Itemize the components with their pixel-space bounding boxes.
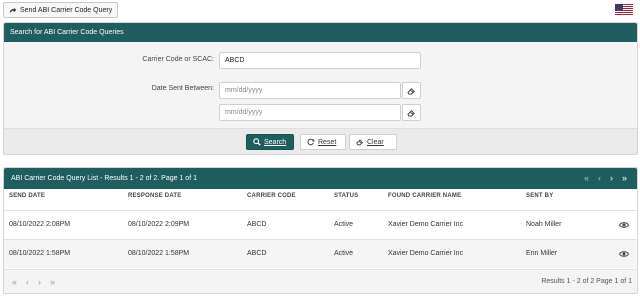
us-flag-icon[interactable]	[615, 4, 633, 16]
column-header-send-date[interactable]: SEND DATE	[9, 193, 45, 199]
column-header-sent-by[interactable]: SENT BY	[526, 193, 553, 199]
eye-icon[interactable]	[619, 250, 629, 258]
pager-bottom: « ‹ › »	[12, 276, 55, 288]
first-page-icon[interactable]: «	[584, 172, 589, 184]
results-summary: Results 1 - 2 of 2 Page 1 of 1	[541, 278, 632, 285]
results-footer: « ‹ › » Results 1 - 2 of 2 Page 1 of 1	[4, 269, 637, 293]
first-page-icon[interactable]: «	[12, 276, 17, 288]
date-from-clear-button[interactable]	[402, 82, 421, 99]
search-button[interactable]: Search	[246, 134, 294, 150]
search-panel-title: Search for ABI Carrier Code Queries	[4, 23, 637, 42]
eye-icon[interactable]	[619, 221, 629, 229]
pager-top: « ‹ › »	[584, 172, 627, 184]
carrier-code-cell: ABCD	[247, 250, 267, 257]
search-button-label: Search	[264, 138, 287, 146]
carrier-code-cell: ABCD	[247, 221, 267, 228]
next-page-icon[interactable]: ›	[38, 276, 41, 288]
next-page-icon[interactable]: ›	[610, 172, 613, 184]
search-actions: Search Reset Clear	[4, 128, 637, 154]
last-page-icon[interactable]: »	[622, 172, 627, 184]
carrier-name-cell: Xavier Demo Carrier Inc	[388, 221, 464, 228]
eraser-icon	[356, 139, 363, 146]
top-toolbar: Send ABI Carrier Code Query	[0, 0, 640, 20]
share-arrow-icon	[9, 7, 17, 14]
table-row[interactable]: 08/10/2022 1:58PM 08/10/2022 1:58PM ABCD…	[4, 239, 637, 268]
refresh-icon	[307, 138, 315, 146]
carrier-code-label: Carrier Code or SCAC:	[142, 56, 214, 63]
response-date-cell: 08/10/2022 1:58PM	[128, 250, 190, 257]
date-to-clear-button[interactable]	[402, 104, 421, 121]
status-cell: Active	[334, 221, 354, 228]
table-row[interactable]: 08/10/2022 2:08PM 08/10/2022 2:09PM ABCD…	[4, 210, 637, 239]
sent-by-cell: Erin Miller	[526, 250, 558, 257]
send-query-label: Send ABI Carrier Code Query	[20, 6, 113, 14]
column-header-response-date[interactable]: RESPONSE DATE	[128, 193, 182, 199]
results-header: ABI Carrier Code Query List - Results 1 …	[4, 168, 637, 189]
send-date-cell: 08/10/2022 2:08PM	[9, 221, 71, 228]
column-header-status[interactable]: STATUS	[334, 193, 358, 199]
eraser-icon	[407, 109, 415, 117]
clear-button[interactable]: Clear	[349, 134, 397, 150]
date-from-input[interactable]: mm/dd/yyyy	[219, 82, 401, 99]
send-query-button[interactable]: Send ABI Carrier Code Query	[3, 2, 119, 18]
search-panel: Search for ABI Carrier Code Queries Carr…	[3, 22, 638, 155]
sent-by-cell: Noah Miller	[526, 221, 562, 228]
date-sent-label: Date Sent Between:	[151, 85, 214, 92]
prev-page-icon[interactable]: ‹	[598, 172, 601, 184]
eraser-icon	[407, 87, 415, 95]
clear-button-label: Clear	[367, 138, 384, 146]
results-panel: ABI Carrier Code Query List - Results 1 …	[3, 167, 638, 294]
reset-button-label: Reset	[318, 138, 337, 146]
search-form: Carrier Code or SCAC: ABCD Date Sent Bet…	[4, 42, 637, 128]
carrier-code-input[interactable]: ABCD	[219, 52, 421, 69]
column-header-carrier-name[interactable]: FOUND CARRIER NAME	[388, 193, 461, 199]
results-title: ABI Carrier Code Query List - Results 1 …	[11, 175, 197, 182]
status-cell: Active	[334, 250, 354, 257]
send-date-cell: 08/10/2022 1:58PM	[9, 250, 71, 257]
carrier-name-cell: Xavier Demo Carrier Inc	[388, 250, 464, 257]
date-to-input[interactable]: mm/dd/yyyy	[219, 104, 401, 121]
last-page-icon[interactable]: »	[50, 276, 55, 288]
search-icon	[253, 138, 261, 146]
response-date-cell: 08/10/2022 2:09PM	[128, 221, 190, 228]
column-header-carrier-code[interactable]: CARRIER CODE	[247, 193, 296, 199]
reset-button[interactable]: Reset	[300, 134, 346, 150]
prev-page-icon[interactable]: ‹	[26, 276, 29, 288]
